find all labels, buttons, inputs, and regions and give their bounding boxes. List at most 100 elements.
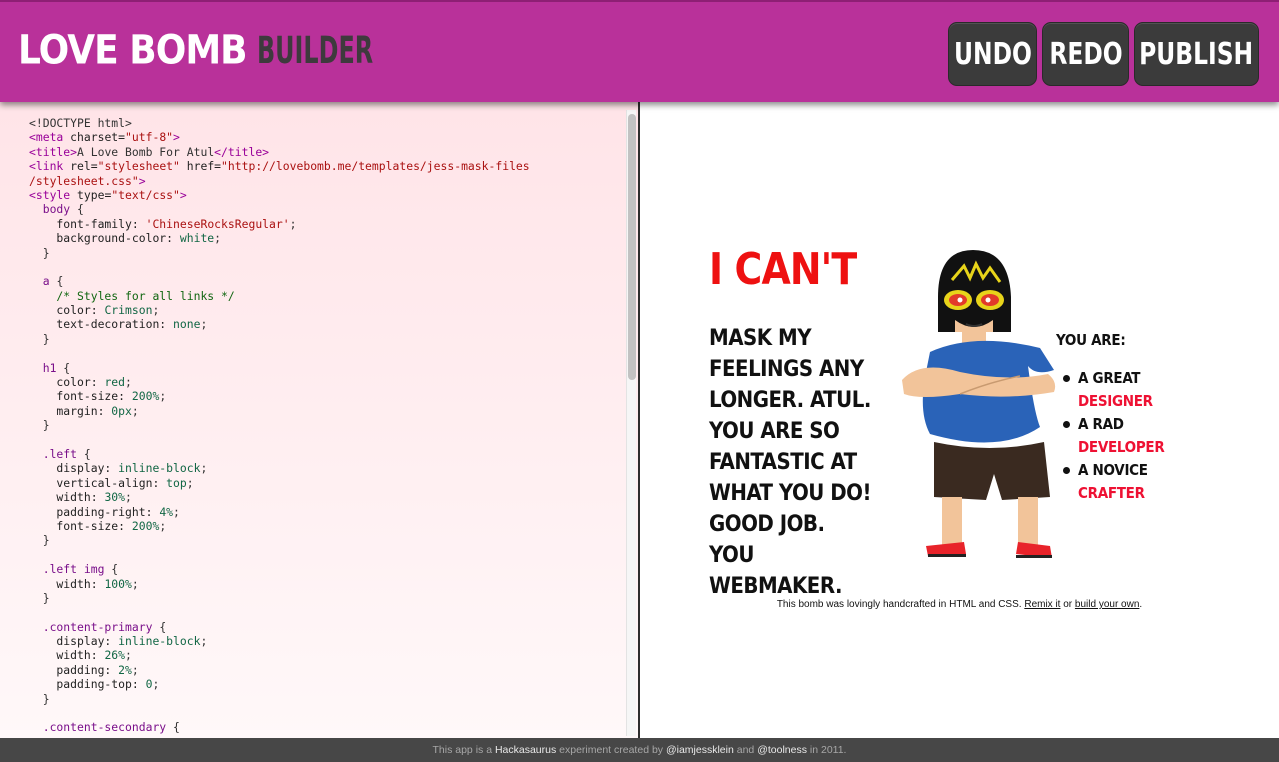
role-link[interactable]: DEVELOPER	[1078, 436, 1196, 459]
code-line: width: 100%;	[29, 577, 530, 591]
code-token: charset=	[70, 130, 126, 145]
code-line: <title>A Love Bomb For Atul</title>	[29, 145, 530, 159]
code-token: ;	[214, 231, 222, 246]
hackasaurus-link[interactable]: Hackasaurus	[495, 744, 556, 756]
you-are-title: YOU ARE:	[1056, 331, 1126, 349]
code-line: .content-primary {	[29, 620, 530, 634]
code-token: 30%	[104, 490, 126, 505]
code-token: body	[29, 202, 78, 217]
editor-scrollbar-thumb[interactable]	[628, 114, 636, 380]
app-footer: This app is a Hackasaurus experiment cre…	[0, 738, 1279, 762]
code-line: /* Styles for all links */	[29, 289, 530, 303]
editor-scrollbar[interactable]	[626, 110, 636, 736]
code-token: </title>	[214, 144, 270, 159]
code-token: red	[104, 375, 126, 390]
remix-link[interactable]: Remix it	[1024, 599, 1060, 610]
code-line: }	[29, 692, 530, 706]
code-token: }	[29, 331, 50, 346]
code-token: /stylesheet.css"	[29, 173, 139, 188]
role-link[interactable]: CRAFTER	[1078, 482, 1196, 505]
code-token: font-size:	[29, 518, 132, 533]
code-token: ;	[200, 634, 208, 649]
code-line: vertical-align: top;	[29, 476, 530, 490]
code-token: ;	[186, 475, 194, 490]
code-token: >	[179, 187, 187, 202]
code-token: >	[138, 173, 146, 188]
code-editor[interactable]: <!DOCTYPE html> <meta charset="utf-8"> <ti…	[0, 102, 639, 738]
code-token: display:	[29, 634, 119, 649]
luchador-character-icon	[902, 250, 1056, 558]
code-line: width: 26%;	[29, 648, 530, 662]
code-token: ;	[173, 504, 180, 519]
code-token: {	[159, 619, 167, 634]
publish-button[interactable]: PUBLISH	[1134, 22, 1259, 86]
code-line: display: inline-block;	[29, 461, 530, 475]
publish-label: PUBLISH	[1139, 36, 1254, 72]
code-token: 2%	[118, 662, 132, 677]
code-token: }	[29, 533, 50, 548]
code-token: h1	[29, 360, 64, 375]
author-link[interactable]: @toolness	[757, 744, 807, 756]
code-line: <meta charset="utf-8">	[29, 130, 530, 144]
credit-text: This bomb was lovingly handcrafted in HT…	[776, 599, 1025, 610]
code-token: width:	[29, 648, 105, 663]
code-token: ;	[131, 403, 139, 418]
code-token: 4%	[159, 504, 174, 519]
code-token: width:	[29, 576, 105, 591]
code-token: <title>	[29, 144, 78, 159]
build-your-own-link[interactable]: build your own	[1075, 599, 1139, 610]
code-token: display:	[29, 461, 119, 476]
redo-button[interactable]: REDO	[1042, 22, 1129, 86]
code-token: "utf-8"	[125, 130, 174, 145]
code-line: <!DOCTYPE html>	[29, 116, 530, 130]
code-token: top	[166, 475, 187, 490]
code-token: .content-secondary	[29, 720, 174, 735]
code-line: color: Crimson;	[29, 303, 530, 317]
code-token: "stylesheet"	[97, 159, 187, 174]
app-header: LOVE BOMB BUILDER UNDO REDO PUBLISH	[0, 0, 1279, 102]
code-token: .left	[29, 446, 84, 461]
code-token: A Love Bomb For Atul	[77, 144, 215, 159]
undo-button[interactable]: UNDO	[948, 22, 1037, 86]
role-prefix: A GREAT	[1078, 369, 1141, 387]
role-prefix: A NOVICE	[1078, 461, 1148, 479]
code-token: ;	[131, 576, 139, 591]
code-token: 'ChineseRocksRegular'	[145, 216, 290, 231]
code-token: {	[83, 446, 91, 461]
code-token: }	[29, 691, 50, 706]
code-line: <link rel="stylesheet" href="http://love…	[29, 159, 530, 173]
list-item: A NOVICE CRAFTER	[1063, 459, 1196, 505]
code-line: display: inline-block;	[29, 634, 530, 648]
code-token: ;	[152, 677, 160, 692]
code-token: <link	[29, 159, 71, 174]
code-line: .content-secondary {	[29, 720, 530, 734]
code-token: inline-block	[118, 634, 201, 649]
code-token: ;	[200, 461, 208, 476]
code-token: /* Styles for all links */	[29, 288, 235, 303]
code-token: ;	[152, 303, 160, 318]
code-line: body {	[29, 202, 530, 216]
code-token: background-color:	[29, 231, 180, 246]
code-line: text-decoration: none;	[29, 317, 530, 331]
code-token: href=	[186, 159, 222, 174]
code-token: 200%	[131, 389, 160, 404]
redo-label: REDO	[1048, 36, 1123, 72]
code-token: vertical-align:	[29, 475, 167, 490]
code-token: "text/css"	[111, 187, 180, 202]
author-link[interactable]: @iamjessklein	[666, 744, 734, 756]
logo-builder: BUILDER	[256, 29, 373, 73]
code-line: font-family: 'ChineseRocksRegular';	[29, 217, 530, 231]
code-text[interactable]: <!DOCTYPE html> <meta charset="utf-8"> <ti…	[29, 116, 530, 735]
role-link[interactable]: DESIGNER	[1078, 390, 1196, 413]
code-token: ;	[159, 518, 167, 533]
code-token: >	[173, 130, 180, 145]
list-item: A GREAT DESIGNER	[1063, 367, 1196, 413]
code-token: ;	[289, 216, 297, 231]
code-token: 26%	[104, 648, 126, 663]
footer-text: in 2011.	[806, 744, 847, 756]
code-line: }	[29, 246, 530, 260]
preview-credit: This bomb was lovingly handcrafted in HT…	[640, 599, 1279, 610]
